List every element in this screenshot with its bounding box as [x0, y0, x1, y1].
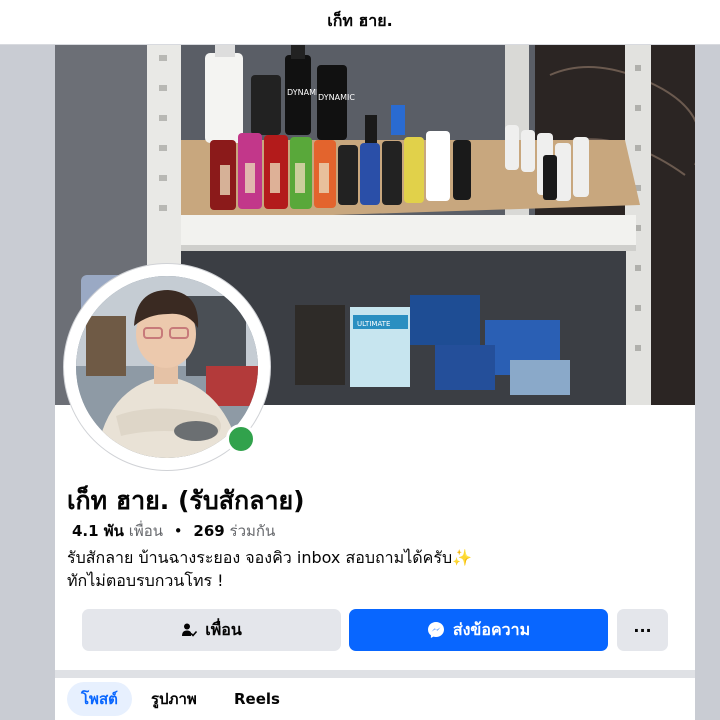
- svg-text:DYNAMIC: DYNAMIC: [318, 93, 355, 102]
- friends-button-label: เพื่อน: [205, 619, 242, 639]
- mutual-label: ร่วมกัน: [229, 522, 276, 540]
- more-options-button[interactable]: ···: [617, 609, 668, 651]
- more-icon: ···: [633, 620, 652, 640]
- profile-bio: รับสักลาย บ้านฉางระยอง จองคิว inbox สอบถ…: [67, 546, 472, 592]
- profile-stats: 4.1 พัน เพื่อน • 269 ร่วมกัน: [72, 519, 275, 543]
- friends-stat[interactable]: 4.1 พัน เพื่อน: [72, 522, 168, 540]
- mutual-stat[interactable]: 269 ร่วมกัน: [193, 522, 275, 540]
- tab-posts[interactable]: โพสต์: [67, 682, 132, 716]
- online-status-indicator: [226, 424, 256, 454]
- message-button[interactable]: ส่งข้อความ: [349, 609, 608, 651]
- profile-name: เก็ท ฮาย. (รับสักลาย): [67, 486, 305, 515]
- stats-separator: •: [173, 522, 183, 540]
- mutual-count: 269: [193, 522, 225, 540]
- message-button-label: ส่งข้อความ: [452, 619, 531, 639]
- svg-text:ULTIMATE: ULTIMATE: [357, 320, 390, 328]
- tab-posts-label: โพสต์: [81, 690, 118, 708]
- friends-count: 4.1 พัน: [72, 522, 124, 540]
- tab-reels-label: Reels: [234, 690, 280, 708]
- messenger-icon: [427, 621, 445, 639]
- page-title: เก็ท ฮาย.: [327, 11, 393, 30]
- tab-photos[interactable]: รูปภาพ: [137, 682, 211, 716]
- friends-button[interactable]: เพื่อน: [82, 609, 341, 651]
- bio-line-2: ทักไม่ตอบรบกวนโทร !: [67, 571, 224, 590]
- top-bar: เก็ท ฮาย.: [0, 0, 720, 45]
- bio-line-1: รับสักลาย บ้านฉางระยอง จองคิว inbox สอบถ…: [67, 548, 473, 567]
- section-divider: [55, 670, 695, 678]
- profile-tabs: โพสต์ รูปภาพ Reels: [55, 678, 695, 720]
- tab-photos-label: รูปภาพ: [151, 690, 197, 708]
- friends-label: เพื่อน: [128, 522, 163, 540]
- person-check-icon: [181, 622, 198, 638]
- tab-reels[interactable]: Reels: [220, 682, 294, 716]
